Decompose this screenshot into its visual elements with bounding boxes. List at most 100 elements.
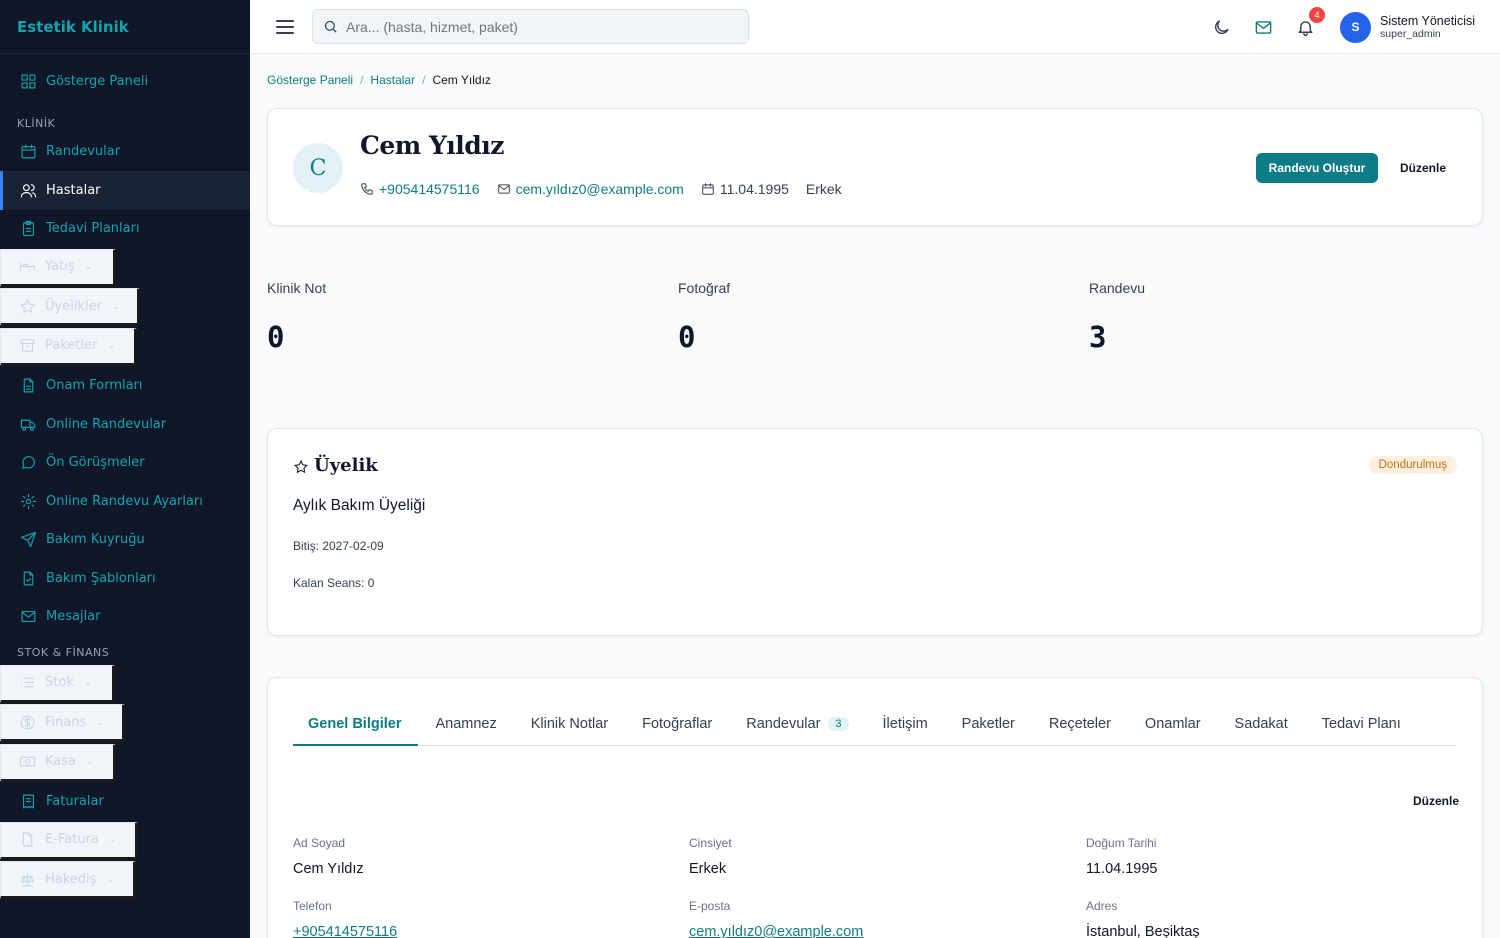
sidebar-group-yatis[interactable]: Yatış ⌄ (0, 248, 250, 288)
tab-klinik-notlar[interactable]: Klinik Notlar (514, 714, 625, 746)
sidebar-item-label: Onam Formları (46, 378, 143, 394)
create-appointment-button[interactable]: Randevu Oluştur (1256, 153, 1378, 183)
main-content: Gösterge Paneli / Hastalar / Cem Yıldız … (250, 54, 1500, 938)
sidebar-group-hakedis[interactable]: Hakediş ⌄ (0, 861, 250, 901)
sidebar-section-stok-finans: STOK & FİNANS (17, 646, 110, 659)
sidebar-item-label: E-Fatura (45, 832, 99, 848)
sidebar-item-bakim-sablonlari[interactable]: Bakım Şablonları (0, 559, 250, 598)
sidebar-item-label: Stok (45, 675, 74, 691)
sidebar-item-mesajlar[interactable]: Mesajlar (0, 598, 250, 637)
field-value: Erkek (689, 861, 727, 877)
patient-meta: +905414575116 cem.yıldız0@example.com 11… (360, 181, 859, 197)
sidebar-group-kasa[interactable]: Kasa ⌄ (0, 743, 250, 783)
avatar[interactable]: S (1340, 11, 1372, 43)
sidebar-item-tedavi-planlari[interactable]: Tedavi Planları (0, 210, 250, 249)
menu-icon[interactable] (276, 18, 294, 36)
sidebar-item-faturalar[interactable]: Faturalar (0, 783, 250, 822)
sidebar-item-onam-formlari[interactable]: Onam Formları (0, 367, 250, 406)
tab-randevular[interactable]: Randevular 3 (729, 714, 865, 746)
sidebar-group-finans[interactable]: Finans ⌄ (0, 704, 250, 744)
sidebar-item-label: Online Randevular (46, 416, 167, 432)
breadcrumb: Gösterge Paneli / Hastalar / Cem Yıldız (267, 73, 491, 87)
stat-value: 3 (1089, 320, 1107, 354)
clipboard-icon (19, 220, 37, 238)
patient-phone[interactable]: +905414575116 (360, 181, 480, 197)
field-label: Cinsiyet (689, 836, 732, 850)
sidebar-item-label: Finans (45, 714, 87, 730)
user-name: Sistem Yöneticisi (1380, 13, 1475, 28)
field-address: Adres İstanbul, Beşiktaş (1086, 899, 1200, 938)
notification-badge: 4 (1309, 7, 1326, 23)
dollar-icon (20, 715, 35, 730)
search-icon (324, 20, 337, 33)
field-label: Telefon (293, 899, 332, 913)
patient-name: Cem Yıldız (360, 131, 504, 160)
file-check-icon (19, 569, 37, 587)
user-menu[interactable]: Sistem Yöneticisi super_admin (1380, 14, 1475, 40)
notifications-button[interactable]: 4 (1294, 7, 1326, 38)
stat-value: 0 (267, 320, 285, 354)
sidebar-item-randevular[interactable]: Randevular (0, 133, 250, 172)
send-icon (19, 531, 37, 549)
sidebar-item-label: Tedavi Planları (46, 221, 140, 237)
tab-sadakat[interactable]: Sadakat (1218, 714, 1305, 746)
gear-icon (19, 492, 37, 510)
tab-fotograflar[interactable]: Fotoğraflar (625, 714, 729, 746)
sidebar-item-dashboard[interactable]: Gösterge Paneli (0, 62, 250, 101)
tab-receteler[interactable]: Reçeteler (1032, 714, 1128, 746)
brand-logo[interactable]: Estetik Klinik (0, 0, 250, 54)
calendar-icon (19, 143, 37, 161)
edit-general-info-button[interactable]: Düzenle (1413, 794, 1459, 808)
field-gender: Cinsiyet Erkek (689, 836, 732, 877)
tab-paketler[interactable]: Paketler (945, 714, 1032, 746)
sidebar-item-online-randevular[interactable]: Online Randevular (0, 405, 250, 444)
patient-email[interactable]: cem.yıldız0@example.com (497, 181, 684, 197)
sidebar-group-e-fatura[interactable]: E-Fatura ⌄ (0, 821, 250, 861)
star-icon (293, 459, 309, 473)
dark-mode-toggle[interactable] (1210, 16, 1232, 38)
sidebar-item-bakim-kuyrugu[interactable]: Bakım Kuyruğu (0, 521, 250, 560)
moon-icon (1214, 19, 1229, 34)
sidebar-item-label: Ön Görüşmeler (46, 455, 145, 471)
phone-link[interactable]: +905414575116 (293, 924, 397, 938)
tab-iletisim[interactable]: İletişim (866, 714, 945, 746)
messages-button[interactable] (1252, 16, 1274, 38)
patient-header-card: C Cem Yıldız +905414575116 cem.yıldız0@e… (267, 108, 1483, 226)
truck-icon (19, 415, 37, 433)
grid-icon (19, 72, 37, 90)
stat-clinical-notes: Klinik Not 0 (267, 280, 326, 354)
scale-icon (20, 872, 35, 887)
star-icon (20, 298, 35, 313)
field-label: Ad Soyad (293, 836, 346, 850)
search-input[interactable] (346, 18, 726, 35)
breadcrumb-hastalar[interactable]: Hastalar (370, 73, 415, 87)
list-icon (21, 677, 34, 688)
email-link[interactable]: cem.yıldız0@example.com (689, 924, 863, 938)
sidebar-group-stok[interactable]: Stok ⌄ (0, 664, 250, 704)
sidebar-item-label: Randevular (46, 144, 121, 160)
patient-birthdate: 11.04.1995 (701, 181, 789, 197)
field-phone: Telefon +905414575116 (293, 899, 397, 938)
sidebar-item-online-randevu-ayarlari[interactable]: Online Randevu Ayarları (0, 482, 250, 521)
stat-label: Klinik Not (267, 280, 327, 296)
membership-title: Üyelik (293, 455, 378, 476)
sidebar-item-on-gorusmeler[interactable]: Ön Görüşmeler (0, 444, 250, 483)
sidebar-group-uyelikler[interactable]: Üyelikler ⌄ (0, 288, 250, 328)
mail-icon (1255, 20, 1271, 34)
sidebar-group-paketler[interactable]: Paketler ⌄ (0, 327, 250, 367)
tab-tedavi-plani[interactable]: Tedavi Planı (1305, 714, 1418, 746)
chevron-down-icon: ⌄ (111, 300, 121, 312)
search-bar[interactable] (312, 9, 749, 44)
breadcrumb-home[interactable]: Gösterge Paneli (267, 73, 353, 87)
tab-onamlar[interactable]: Onamlar (1128, 714, 1218, 746)
sidebar-item-hastalar[interactable]: Hastalar (0, 171, 250, 210)
stat-appointments: Randevu 3 (1089, 280, 1145, 354)
field-value: 11.04.1995 (1086, 861, 1158, 877)
edit-patient-button[interactable]: Düzenle (1390, 153, 1456, 183)
tab-genel-bilgiler[interactable]: Genel Bilgiler (293, 714, 419, 746)
tab-anamnez[interactable]: Anamnez (418, 714, 513, 746)
sidebar-item-label: Gösterge Paneli (46, 73, 149, 89)
archive-icon (20, 339, 35, 352)
field-label: E-posta (689, 899, 731, 913)
status-badge: Dondurulmuş (1368, 456, 1457, 474)
